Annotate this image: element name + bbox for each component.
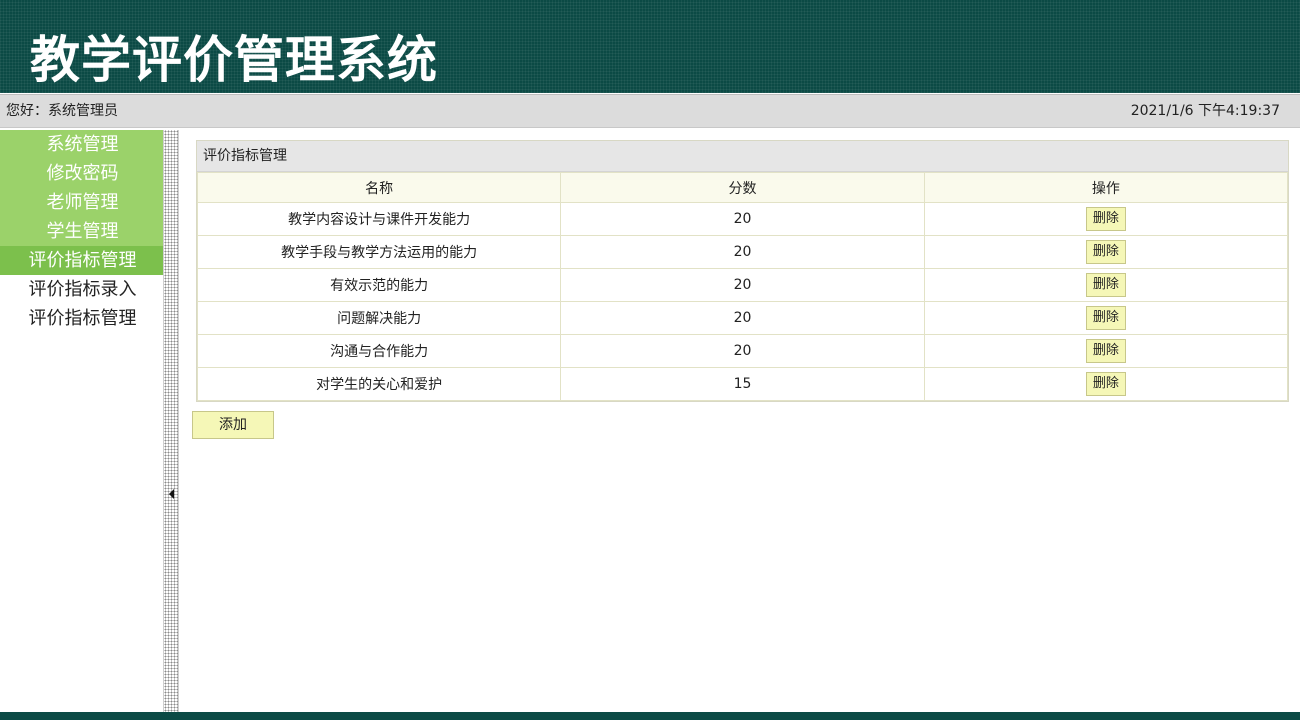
table-row: 教学内容设计与课件开发能力 20 删除: [196, 202, 1289, 236]
column-header-action: 操作: [923, 172, 1289, 203]
delete-button[interactable]: 删除: [1085, 273, 1126, 297]
table-row: 问题解决能力 20 删除: [196, 301, 1289, 335]
sidebar-item-students[interactable]: 学生管理: [0, 217, 165, 246]
panel-title: 评价指标管理: [197, 141, 1288, 172]
cell-score: 20: [560, 268, 925, 302]
current-datetime: 2021/1/6 下午4:19:37: [1130, 103, 1280, 119]
sidebar-item-system[interactable]: 系统管理: [0, 130, 165, 159]
sidebar-item-change-password[interactable]: 修改密码: [0, 159, 165, 188]
column-header-score: 分数: [560, 172, 925, 203]
indicator-panel: 评价指标管理 名称 分数 操作 教学内容设计与课件开发能力 20 删除 教学手段…: [196, 140, 1289, 402]
table-row: 有效示范的能力 20 删除: [196, 268, 1289, 302]
cell-action: 删除: [923, 202, 1289, 236]
sidebar-group: 系统管理 修改密码 老师管理 学生管理 评价指标管理: [0, 130, 165, 275]
cell-name: 沟通与合作能力: [196, 334, 562, 368]
sidebar-item-indicators[interactable]: 评价指标管理: [0, 246, 165, 275]
cell-action: 删除: [923, 235, 1289, 269]
cell-name: 教学手段与教学方法运用的能力: [196, 235, 562, 269]
collapse-arrow-icon[interactable]: [169, 489, 174, 499]
indicator-table: 名称 分数 操作 教学内容设计与课件开发能力 20 删除 教学手段与教学方法运用…: [196, 172, 1289, 401]
table-header-row: 名称 分数 操作: [196, 172, 1289, 203]
sidebar: 系统管理 修改密码 老师管理 学生管理 评价指标管理 评价指标录入 评价指标管理: [0, 130, 165, 712]
cell-score: 20: [560, 235, 925, 269]
cell-action: 删除: [923, 367, 1289, 401]
cell-score: 20: [560, 202, 925, 236]
add-button[interactable]: 添加: [192, 411, 274, 439]
app-header: 教学评价管理系统: [0, 0, 1300, 93]
table-row: 沟通与合作能力 20 删除: [196, 334, 1289, 368]
footer-bar: [0, 712, 1300, 720]
cell-action: 删除: [923, 301, 1289, 335]
cell-name: 教学内容设计与课件开发能力: [196, 202, 562, 236]
delete-button[interactable]: 删除: [1085, 339, 1126, 363]
cell-action: 删除: [923, 334, 1289, 368]
cell-score: 20: [560, 334, 925, 368]
sidebar-subitem-indicator-manage[interactable]: 评价指标管理: [0, 304, 165, 333]
cell-name: 有效示范的能力: [196, 268, 562, 302]
sidebar-subitem-indicator-entry[interactable]: 评价指标录入: [0, 275, 165, 304]
app-title: 教学评价管理系统: [30, 31, 438, 89]
delete-button[interactable]: 删除: [1085, 306, 1126, 330]
cell-name: 对学生的关心和爱护: [196, 367, 562, 401]
cell-action: 删除: [923, 268, 1289, 302]
column-header-name: 名称: [196, 172, 562, 203]
cell-score: 20: [560, 301, 925, 335]
user-greeting: 您好：系统管理员: [6, 103, 118, 119]
delete-button[interactable]: 删除: [1085, 372, 1126, 396]
sidebar-item-teachers[interactable]: 老师管理: [0, 188, 165, 217]
table-row: 对学生的关心和爱护 15 删除: [196, 367, 1289, 401]
delete-button[interactable]: 删除: [1085, 240, 1126, 264]
table-row: 教学手段与教学方法运用的能力 20 删除: [196, 235, 1289, 269]
delete-button[interactable]: 删除: [1085, 207, 1126, 231]
cell-score: 15: [560, 367, 925, 401]
cell-name: 问题解决能力: [196, 301, 562, 335]
info-bar: 您好：系统管理员 2021/1/6 下午4:19:37: [0, 94, 1300, 128]
sidebar-splitter[interactable]: [163, 130, 179, 712]
